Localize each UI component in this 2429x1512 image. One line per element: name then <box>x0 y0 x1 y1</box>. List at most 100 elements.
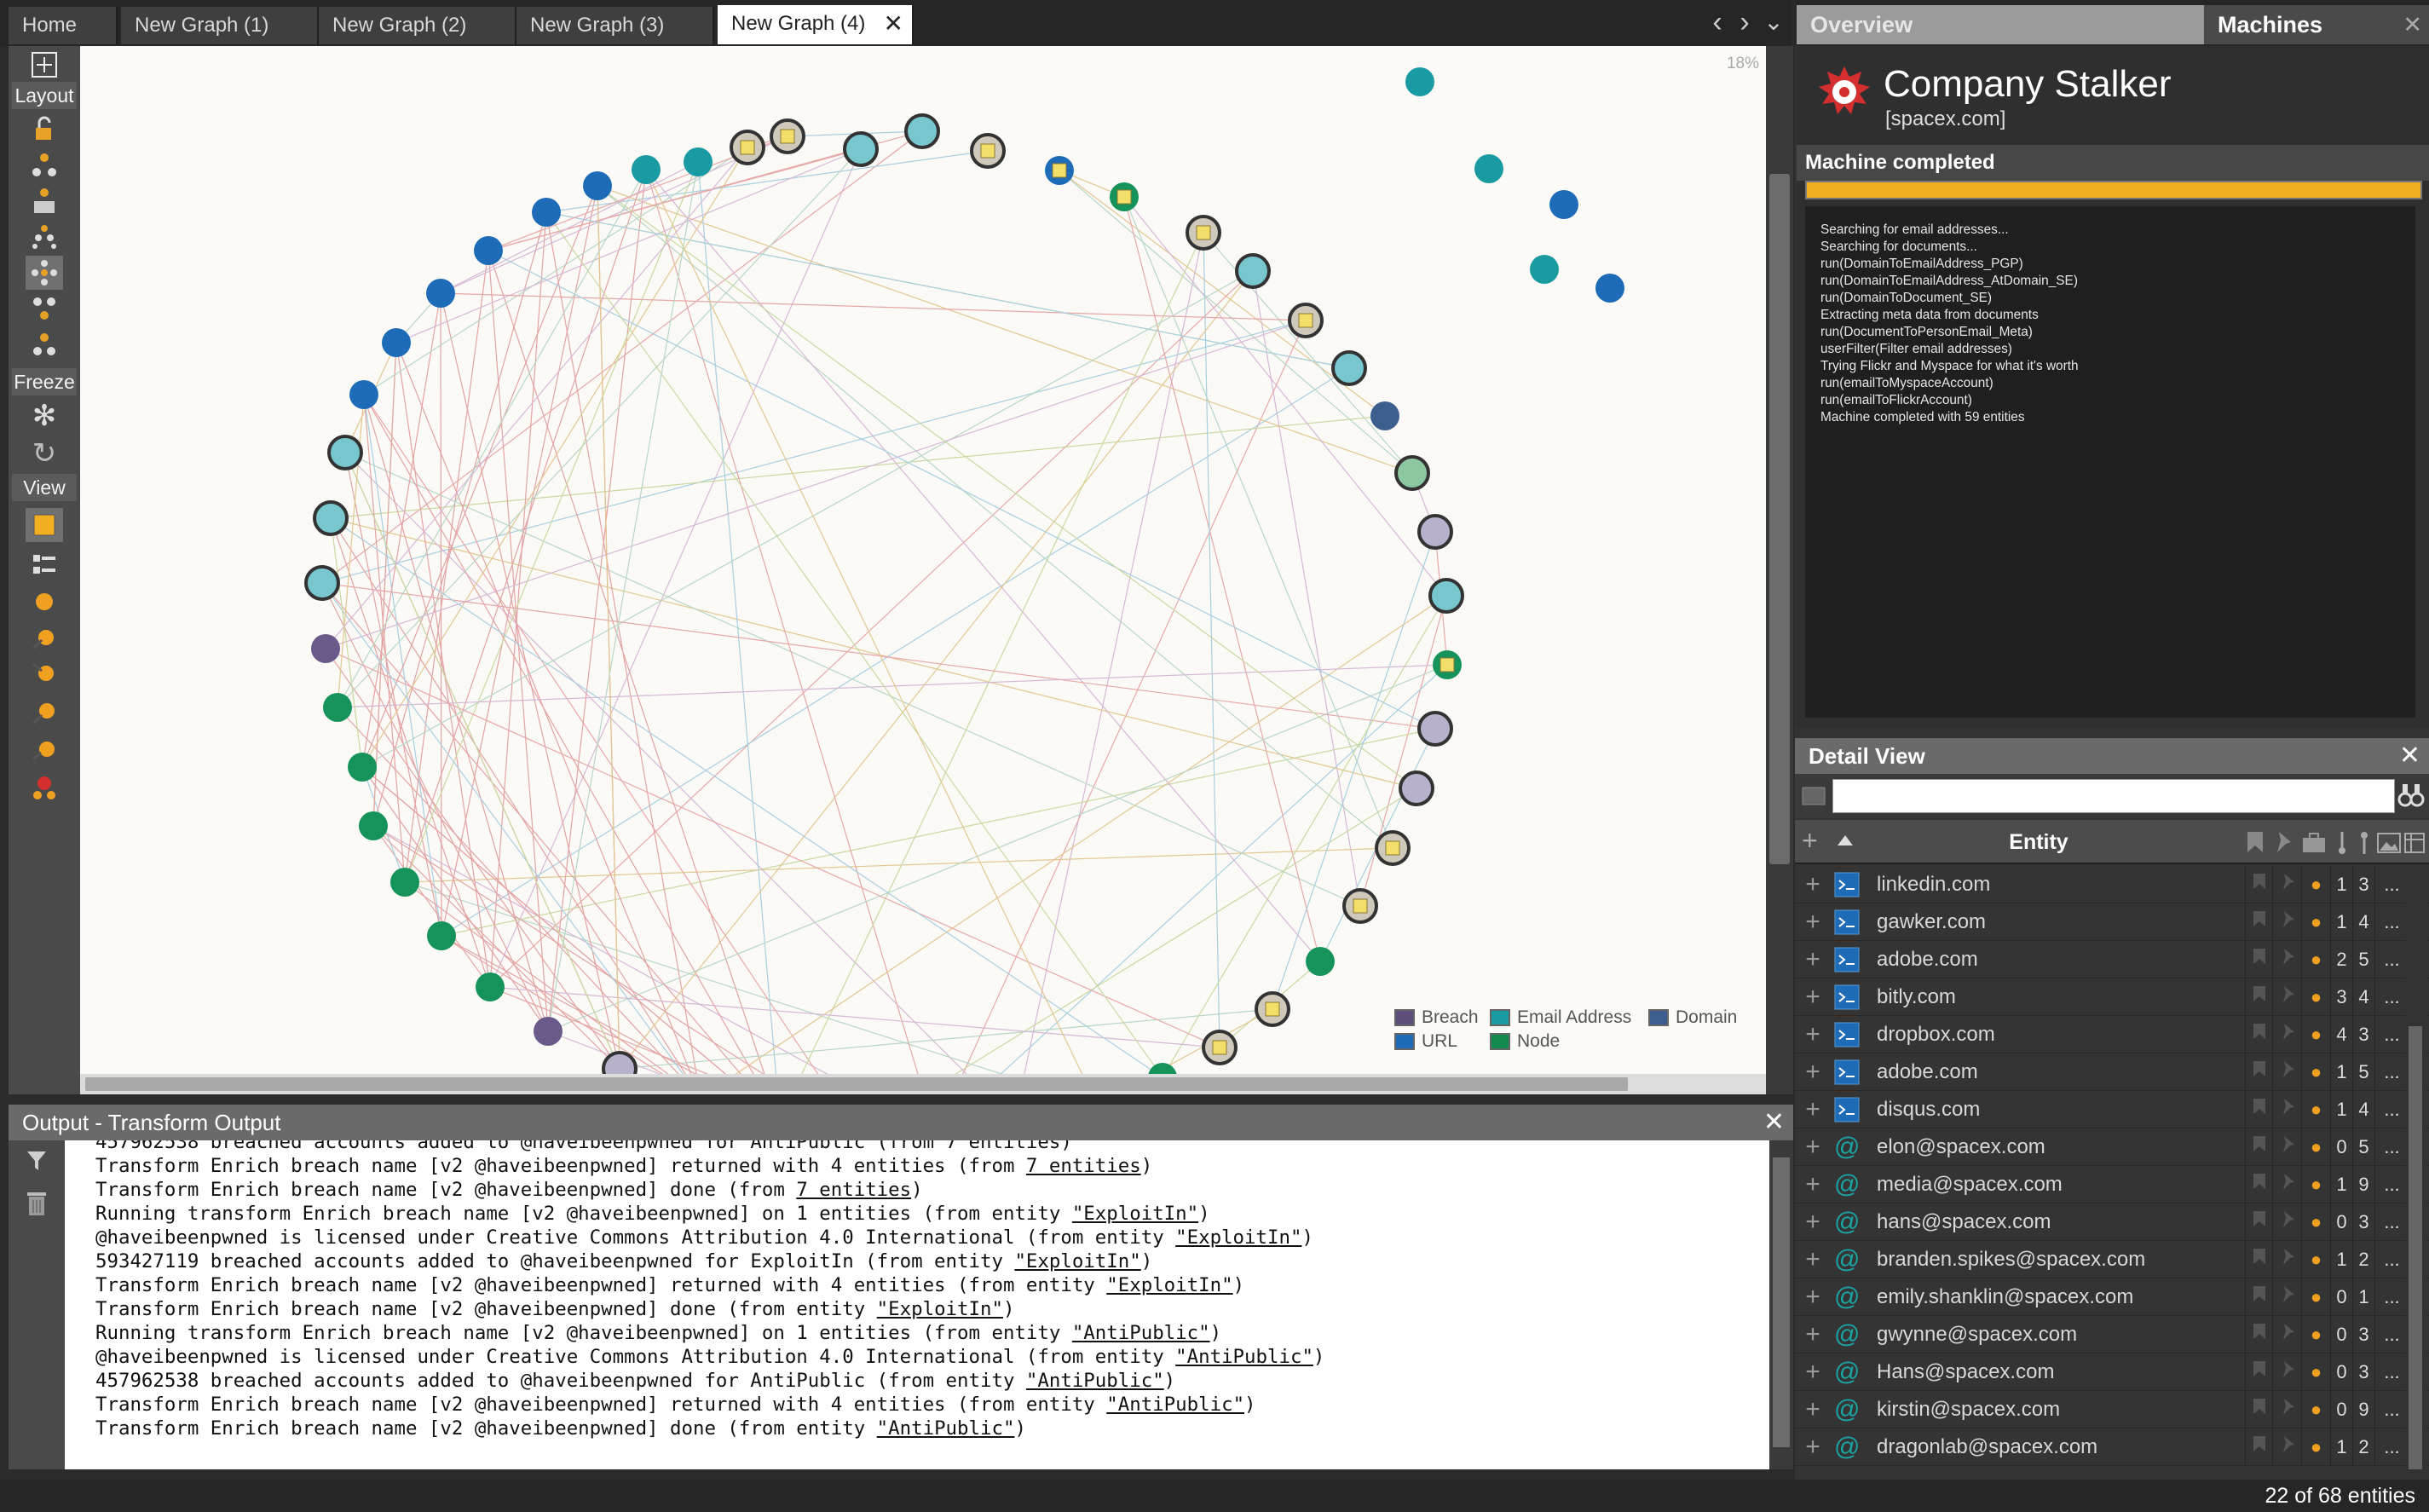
graph-node[interactable] <box>390 868 419 897</box>
table-row[interactable]: + bitly.com ● 3 4... <box>1795 978 2429 1016</box>
graph-node[interactable] <box>1148 1063 1177 1074</box>
pin-icon[interactable] <box>2272 1428 2301 1466</box>
bookmark-icon[interactable] <box>2245 866 2272 903</box>
expand-row-icon[interactable]: + <box>1802 866 1824 903</box>
column-image-icon[interactable] <box>2376 832 2402 858</box>
table-row[interactable]: + @ emily.shanklin@spacex.com ● 0 1... <box>1795 1278 2429 1316</box>
expand-row-icon[interactable]: + <box>1802 1091 1824 1128</box>
graph-node[interactable] <box>602 1051 638 1074</box>
graph-node[interactable] <box>1342 888 1378 924</box>
graph-node[interactable] <box>327 435 363 470</box>
column-outgoing-links-icon[interactable] <box>2354 830 2374 860</box>
expand-row-icon[interactable]: + <box>1802 1391 1824 1428</box>
bookmark-icon[interactable] <box>2245 1316 2272 1353</box>
graph-node[interactable] <box>1110 182 1139 211</box>
tab-scroll-right-icon[interactable]: › <box>1732 5 1757 39</box>
table-row[interactable]: + @ hans@spacex.com ● 0 3... <box>1795 1203 2429 1241</box>
ranked-incoming-icon[interactable] <box>26 620 63 655</box>
table-row[interactable]: + @ kirstin@spacex.com ● 0 9... <box>1795 1391 2429 1428</box>
graph-node[interactable] <box>1235 253 1271 289</box>
graph-node[interactable] <box>1549 190 1578 219</box>
graph-node[interactable] <box>583 171 612 200</box>
entity-link[interactable]: "ExploitIn" <box>1072 1203 1198 1225</box>
tab-list-chevron-down-icon[interactable]: ⌄ <box>1761 5 1786 39</box>
entity-table-scrollbar[interactable] <box>2405 864 2426 1476</box>
graph-node[interactable] <box>632 155 661 184</box>
detail-search-input[interactable] <box>1832 779 2395 813</box>
pin-icon[interactable] <box>2272 1203 2301 1241</box>
fit-to-screen-icon[interactable] <box>26 48 63 82</box>
graph-node[interactable] <box>1306 947 1335 976</box>
graph-node[interactable] <box>427 921 456 950</box>
bookmark-icon[interactable] <box>2245 1241 2272 1278</box>
bookmark-icon[interactable] <box>2245 978 2272 1016</box>
entity-graph[interactable] <box>80 46 1766 1074</box>
table-row[interactable]: + adobe.com ● 1 5... <box>1795 1053 2429 1091</box>
entity-link[interactable]: 7 entities <box>796 1179 911 1201</box>
sort-ascending-icon[interactable] <box>1836 832 1855 855</box>
close-output-icon[interactable]: ✕ <box>1763 1105 1785 1140</box>
graph-node[interactable] <box>474 236 503 265</box>
graph-node[interactable] <box>904 113 940 149</box>
pin-icon[interactable] <box>2272 1016 2301 1053</box>
graph-node[interactable] <box>382 328 411 357</box>
tab-new-graph-4[interactable]: New Graph (4) ✕ <box>718 5 914 44</box>
graph-node[interactable] <box>349 380 378 409</box>
entity-link[interactable]: "AntiPublic" <box>1106 1394 1244 1416</box>
entity-link[interactable]: "ExploitIn" <box>1106 1274 1232 1296</box>
entity-link[interactable]: "AntiPublic" <box>1175 1346 1313 1368</box>
table-row[interactable]: + @ gwynne@spacex.com ● 0 3... <box>1795 1316 2429 1353</box>
pin-icon[interactable] <box>2272 1091 2301 1128</box>
table-row[interactable]: + @ branden.spikes@spacex.com ● 1 2... <box>1795 1241 2429 1278</box>
graph-node[interactable] <box>304 565 340 601</box>
lock-layout-icon[interactable] <box>26 113 63 147</box>
expand-row-icon[interactable]: + <box>1802 1241 1824 1278</box>
entity-diverse-icon[interactable] <box>26 770 63 805</box>
bookmark-icon[interactable] <box>2245 1203 2272 1241</box>
bookmark-icon[interactable] <box>2245 1166 2272 1203</box>
graph-node[interactable] <box>1530 255 1559 284</box>
scrollbar-thumb[interactable] <box>85 1077 1628 1091</box>
tab-machines[interactable]: Machines ✕ <box>2204 5 2429 44</box>
graph-node[interactable] <box>1433 650 1462 679</box>
graph-node[interactable] <box>323 693 352 722</box>
graph-node[interactable] <box>684 147 713 176</box>
graph-node[interactable] <box>426 279 455 308</box>
table-row[interactable]: + adobe.com ● 2 5... <box>1795 941 2429 978</box>
bookmark-icon[interactable] <box>2245 1053 2272 1091</box>
detail-view-toggle-icon[interactable] <box>1800 782 1827 814</box>
expand-row-icon[interactable]: + <box>1802 1203 1824 1241</box>
pin-icon[interactable] <box>2272 941 2301 978</box>
column-briefcase-icon[interactable] <box>2301 832 2327 858</box>
close-detail-icon[interactable]: ✕ <box>2399 738 2420 774</box>
column-bookmark-icon[interactable] <box>2245 830 2265 858</box>
graph-node[interactable] <box>1417 711 1453 747</box>
expand-all-icon[interactable]: + <box>1802 825 1818 857</box>
graph-node[interactable] <box>1399 770 1434 806</box>
interactive-organic-icon[interactable] <box>26 327 63 361</box>
entity-link[interactable]: "ExploitIn" <box>1175 1226 1301 1249</box>
graph-node[interactable] <box>1428 578 1464 614</box>
ranked-links-icon[interactable] <box>26 695 63 730</box>
circular-layout-icon[interactable] <box>26 256 63 290</box>
graph-node[interactable] <box>1595 274 1624 303</box>
freeze-snowflake-icon[interactable]: ✻ <box>26 399 63 433</box>
block-layout-icon[interactable] <box>26 148 63 182</box>
entity-link[interactable]: "AntiPublic" <box>1072 1322 1210 1344</box>
pin-icon[interactable] <box>2272 1278 2301 1316</box>
pin-icon[interactable] <box>2272 1241 2301 1278</box>
expand-row-icon[interactable]: + <box>1802 1128 1824 1166</box>
column-incoming-links-icon[interactable] <box>2332 830 2352 860</box>
table-row[interactable]: + @ Hans@spacex.com ● 0 3... <box>1795 1353 2429 1391</box>
tab-home[interactable]: Home <box>9 7 118 44</box>
output-scrollbar[interactable] <box>1769 1140 1793 1469</box>
expand-row-icon[interactable]: + <box>1802 1053 1824 1091</box>
table-row[interactable]: + linkedin.com ● 1 3... <box>1795 866 2429 903</box>
bookmark-icon[interactable] <box>2245 1278 2272 1316</box>
scrollbar-thumb[interactable] <box>1769 174 1790 864</box>
entity-link[interactable]: 7 entities <box>1026 1155 1141 1177</box>
graph-node[interactable] <box>1186 215 1221 251</box>
bookmark-icon[interactable] <box>2245 941 2272 978</box>
ranked-in-out-icon[interactable] <box>26 733 63 767</box>
expand-row-icon[interactable]: + <box>1802 978 1824 1016</box>
